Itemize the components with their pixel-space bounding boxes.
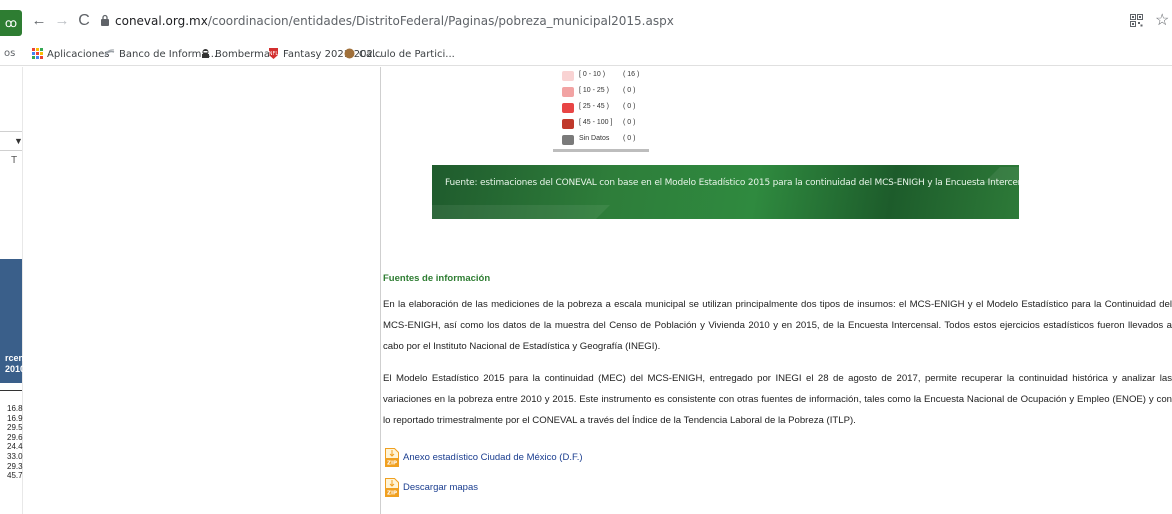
legend-count: ( 0 ) <box>623 87 636 94</box>
inegi-icon <box>104 49 115 57</box>
legend-range: [ 0 - 10 ) <box>579 71 606 78</box>
legend-row: [ 25 - 45 ) ( 0 ) <box>562 103 652 115</box>
banner-stripe <box>432 205 610 219</box>
forward-button[interactable]: → <box>53 12 71 30</box>
bookmark-star-icon[interactable]: ☆ <box>1155 10 1169 30</box>
left-values-column: 16.8 16.9 29.5 29.6 24.4 33.0 29.3 45.7 <box>7 404 23 481</box>
address-bar[interactable]: coneval.org.mx/coordinacion/entidades/Di… <box>115 14 674 28</box>
svg-text:NFL: NFL <box>269 51 279 57</box>
left-value: 33.0 <box>7 451 23 461</box>
legend-swatch <box>562 135 574 145</box>
left-value: 16.8 <box>7 404 23 413</box>
content-divider <box>380 67 381 514</box>
left-table-rule <box>0 390 22 391</box>
legend-range: [ 45 - 100 ] <box>579 119 613 126</box>
legend-row: [ 45 - 100 ] ( 0 ) <box>562 119 652 131</box>
left-value: 29.6 <box>7 432 23 442</box>
apps-grid-icon <box>32 48 43 59</box>
section-title: Fuentes de información <box>383 273 491 284</box>
bookmark-aplicaciones[interactable]: Aplicaciones <box>32 48 109 60</box>
legend-row: [ 0 - 10 ) ( 16 ) <box>562 71 652 83</box>
legend-swatch <box>562 71 574 81</box>
zip-icon-text: ZIP <box>387 461 397 467</box>
dropdown-caret-icon[interactable]: ▼ <box>14 136 23 146</box>
left-value: 16.9 <box>7 413 23 423</box>
side-tab-icon[interactable]: ꝏ <box>0 10 22 36</box>
paragraph-insumos: En la elaboración de las mediciones de l… <box>383 299 1172 352</box>
legend-range: [ 25 - 45 ) <box>579 103 609 110</box>
zip-file-icon: ZIP <box>385 478 399 497</box>
bookmark-label: Calculo de Partici... <box>359 49 455 60</box>
legend-range: Sin Datos <box>579 135 610 142</box>
back-button[interactable]: ← <box>30 12 48 30</box>
paragraph-modelo: El Modelo Estadístico 2015 para la conti… <box>383 373 1172 426</box>
map-legend: [ 0 - 10 ) ( 16 ) [ 10 - 25 ) ( 0 ) [ 25… <box>554 68 648 152</box>
zip-file-icon: ZIP <box>385 448 399 467</box>
lock-icon[interactable] <box>100 14 110 26</box>
url-host: coneval.org.mx <box>115 14 208 28</box>
left-t-label: T <box>11 155 18 166</box>
source-banner: Fuente: estimaciones del CONEVAL con bas… <box>432 165 1019 219</box>
download-link-label[interactable]: Descargar mapas <box>403 482 478 493</box>
download-link-label[interactable]: Anexo estadístico Ciudad de México (D.F.… <box>403 452 583 463</box>
legend-swatch <box>562 103 574 113</box>
left-header-text: rcen 2010 <box>5 353 26 374</box>
legend-count: ( 0 ) <box>623 135 636 142</box>
legend-range: [ 10 - 25 ) <box>579 87 609 94</box>
bomberman-icon <box>202 49 209 58</box>
bookmark-cut-item[interactable]: os <box>4 48 15 59</box>
left-value: 29.3 <box>7 461 23 471</box>
bookmark-calculo[interactable]: Calculo de Partici... <box>344 48 455 60</box>
legend-row: Sin Datos ( 0 ) <box>562 135 652 147</box>
circle-icon <box>344 48 355 59</box>
nfl-icon: NFL <box>269 48 279 59</box>
url-path: /coordinacion/entidades/DistritoFederal/… <box>207 14 674 28</box>
legend-swatch <box>562 87 574 97</box>
bookmarks-bar: os Aplicaciones Banco de Informa... Bomb… <box>0 44 1172 66</box>
left-rule-top <box>0 131 22 132</box>
left-value: 29.5 <box>7 423 23 433</box>
banner-source-text: Fuente: estimaciones del CONEVAL con bas… <box>445 178 1019 188</box>
left-value: 45.7 <box>7 471 23 481</box>
legend-swatch <box>562 119 574 129</box>
left-rule-mid <box>0 150 22 151</box>
legend-bottom-bar <box>553 149 649 152</box>
qr-code-icon[interactable] <box>1130 14 1143 27</box>
legend-count: ( 0 ) <box>623 119 636 126</box>
bookmark-bomberman[interactable]: Bomberman <box>200 48 276 60</box>
reload-button[interactable]: C <box>75 12 93 30</box>
bookmark-label: Aplicaciones <box>47 49 110 60</box>
legend-count: ( 0 ) <box>623 103 636 110</box>
legend-count: ( 16 ) <box>623 71 640 78</box>
zip-icon-text: ZIP <box>387 491 397 497</box>
left-value: 24.4 <box>7 442 23 452</box>
legend-row: [ 10 - 25 ) ( 0 ) <box>562 87 652 99</box>
browser-toolbar: ꝏ ← → C coneval.org.mx/coordinacion/enti… <box>0 0 1172 44</box>
